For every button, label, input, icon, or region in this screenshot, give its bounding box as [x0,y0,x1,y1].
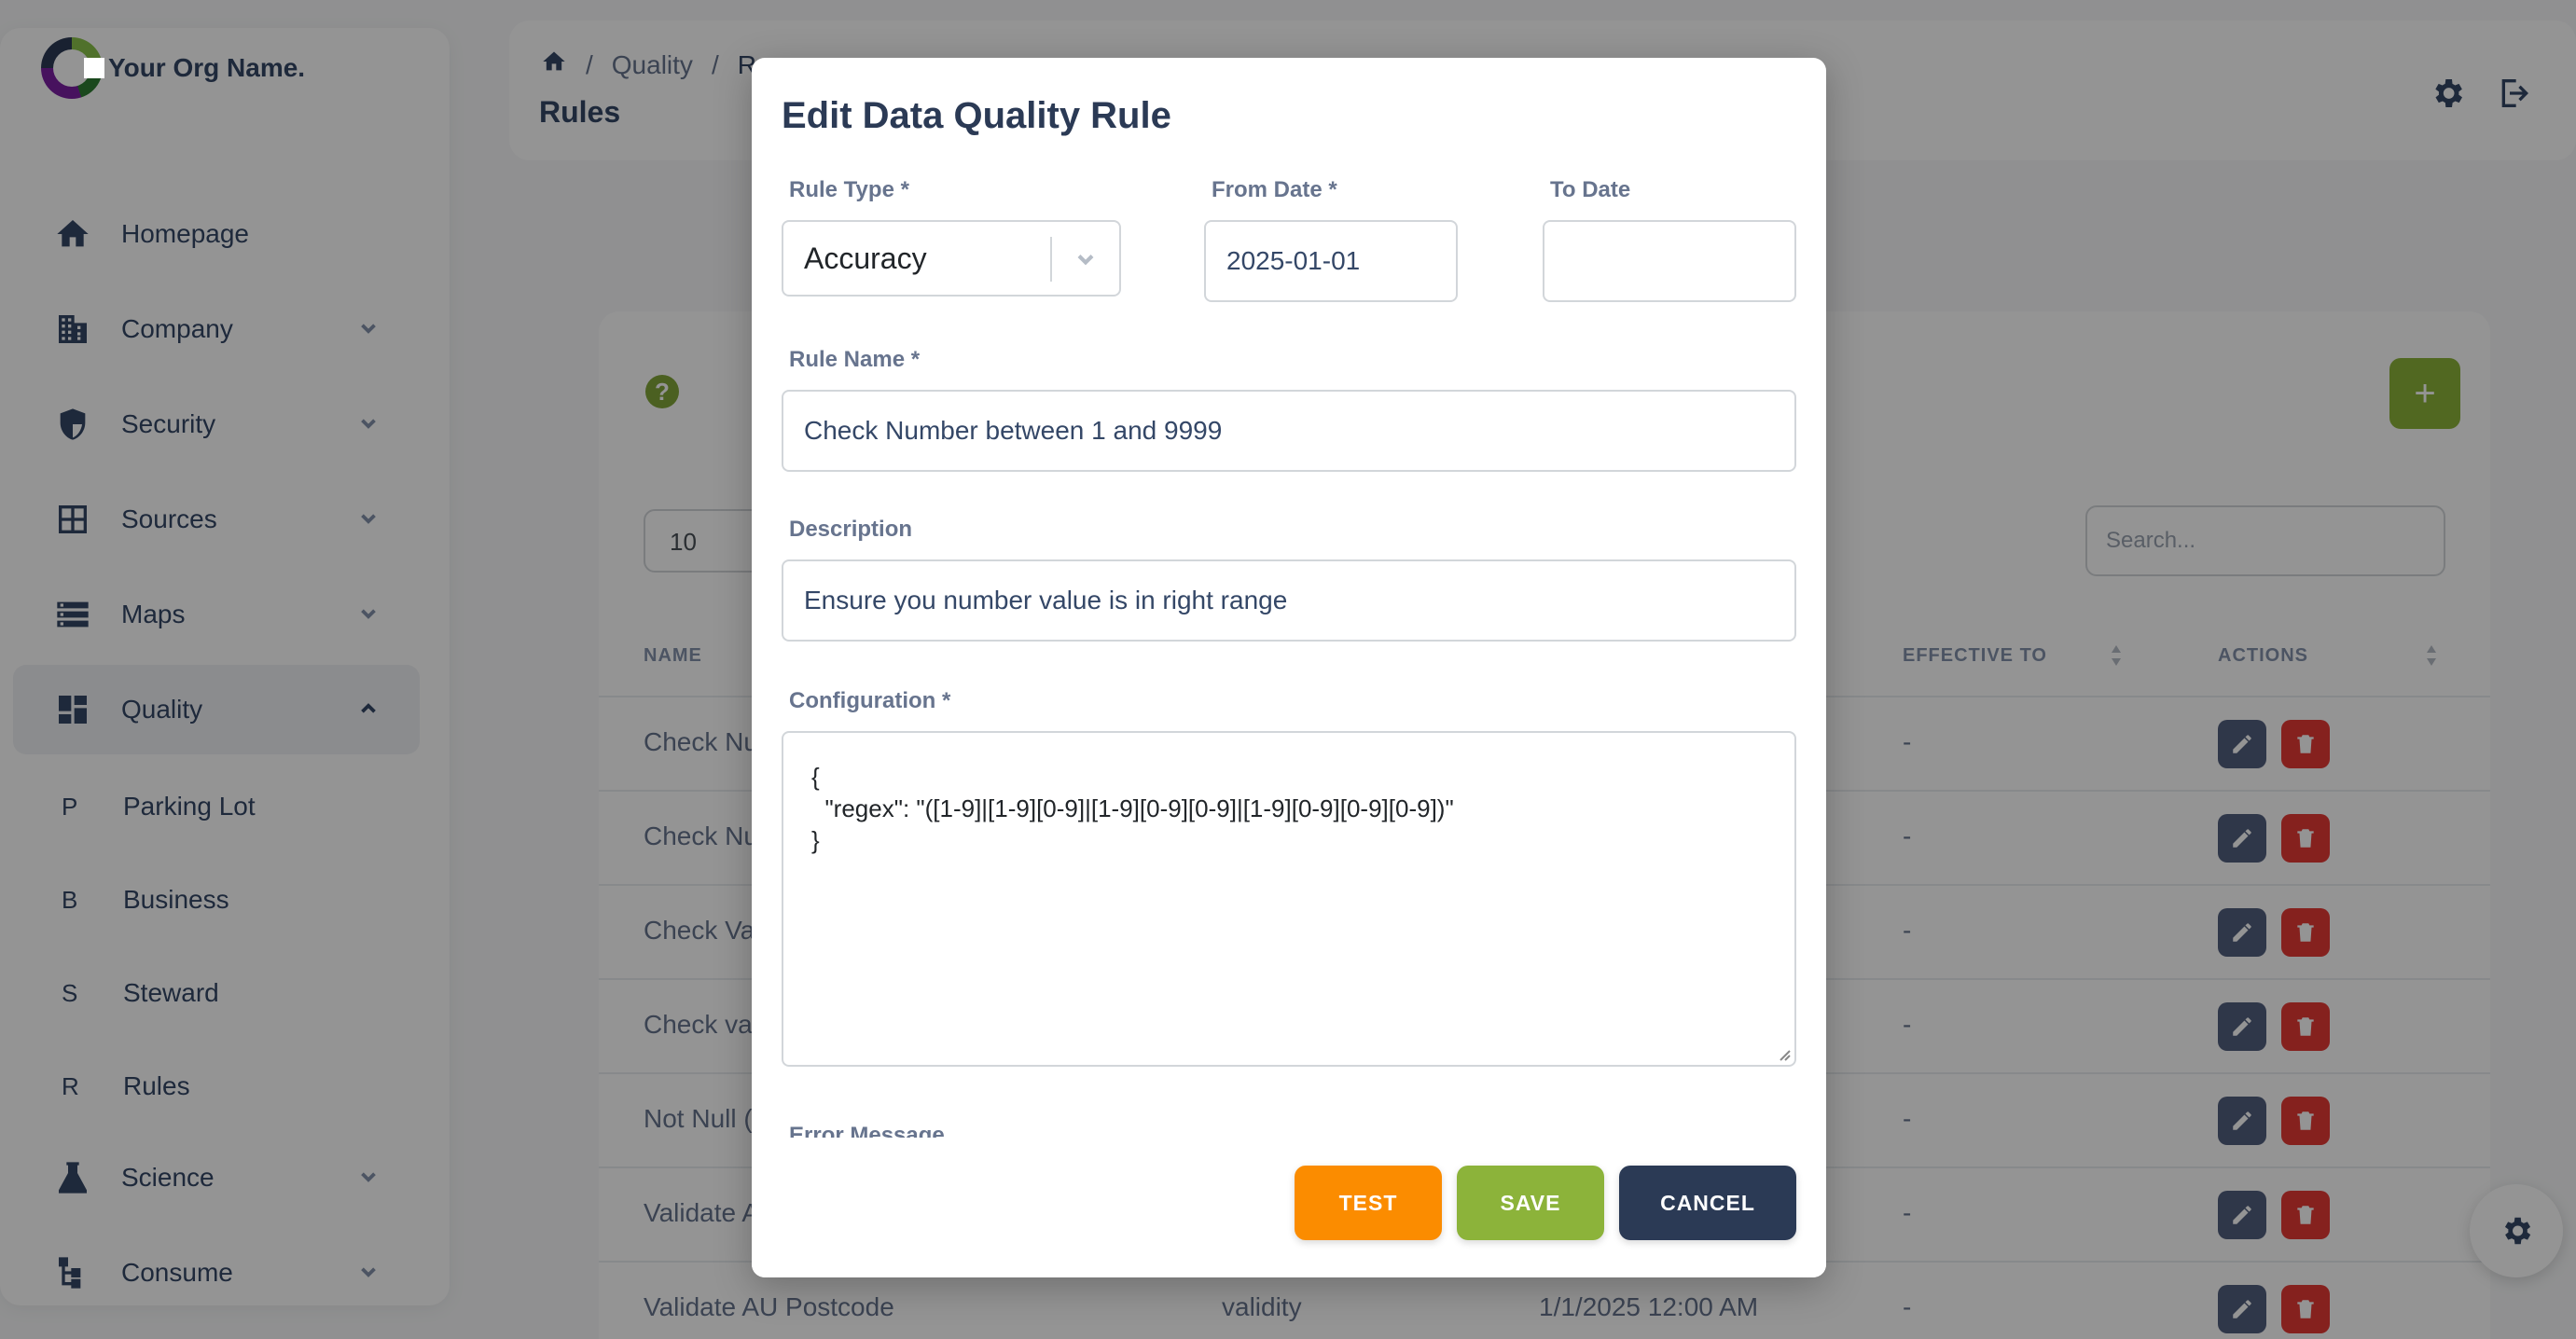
dialog-title: Edit Data Quality Rule [782,95,1171,136]
from-date-field[interactable]: 2025-01-01 [1204,220,1458,302]
edit-rule-dialog: Edit Data Quality Rule Rule Type * Accur… [752,58,1826,1277]
configuration-label: Configuration * [789,688,951,713]
dialog-footer: TEST SAVE CANCEL [752,1139,1826,1277]
rule-type-label: Rule Type * [789,177,909,202]
from-date-label: From Date * [1212,177,1337,202]
select-separator [1050,237,1052,282]
rule-name-field[interactable]: Check Number between 1 and 9999 [782,390,1796,472]
save-button[interactable]: SAVE [1457,1166,1604,1240]
rule-type-select[interactable]: Accuracy [782,220,1121,297]
rule-type-value: Accuracy [804,241,927,275]
to-date-label: To Date [1550,177,1631,202]
rule-name-label: Rule Name * [789,347,921,372]
resize-handle-icon[interactable] [1776,1046,1791,1061]
test-button[interactable]: TEST [1295,1166,1442,1240]
configuration-textarea[interactable]: { "regex": "([1-9]|[1-9][0-9]|[1-9][0-9]… [782,731,1796,1067]
cancel-button[interactable]: CANCEL [1619,1166,1796,1240]
description-field[interactable]: Ensure you number value is in right rang… [782,559,1796,642]
error-message-label: Error Message [789,1123,945,1138]
description-label: Description [789,517,913,542]
to-date-field[interactable] [1543,220,1796,302]
chevron-down-icon [1073,246,1099,272]
configuration-value: { "regex": "([1-9]|[1-9][0-9]|[1-9][0-9]… [811,763,1454,854]
